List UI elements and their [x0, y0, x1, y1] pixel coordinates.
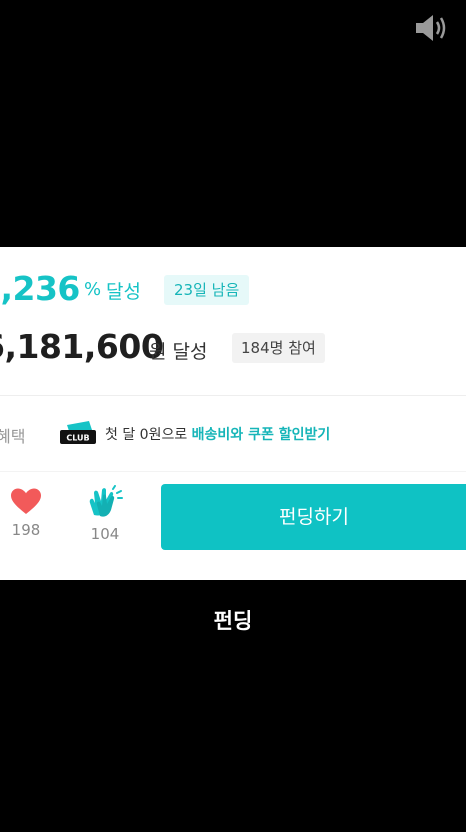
promo-prefix: 첫 달 0원으로: [105, 427, 188, 443]
achievement-label: 달성: [106, 281, 141, 303]
promo-highlight: 배송비와 쿠폰 할인받기: [191, 427, 331, 443]
participants-badge: 184명 참여: [232, 333, 325, 363]
amount-label: 원 달성: [149, 341, 208, 363]
achievement-percent: 1,236: [0, 269, 80, 308]
like-count: 198: [11, 521, 41, 539]
cheer-count: 104: [90, 525, 120, 543]
percent-symbol: %: [84, 279, 102, 300]
clap-icon: [89, 485, 123, 517]
fund-button[interactable]: 펀딩하기: [161, 484, 466, 550]
caption-text: 펀딩: [213, 609, 253, 633]
days-remaining-badge: 23일 남음: [164, 275, 250, 305]
funding-panel: 1,236 % 달성 23일 남음 6,181,600 원 달성 184명 참여…: [0, 247, 466, 580]
club-badge-icon[interactable]: CLUB: [59, 419, 97, 445]
club-badge-text: CLUB: [66, 434, 89, 443]
divider: [0, 471, 466, 472]
club-promo-link[interactable]: 첫 달 0원으로 배송비와 쿠폰 할인받기: [105, 424, 330, 444]
like-button[interactable]: 198: [8, 487, 44, 547]
speaker-icon[interactable]: [414, 12, 448, 44]
funded-amount: 6,181,600: [0, 327, 164, 366]
cheer-button[interactable]: 104: [84, 485, 126, 547]
benefit-label: 혜택: [0, 427, 26, 446]
heart-icon: [11, 488, 41, 514]
divider: [0, 395, 466, 396]
